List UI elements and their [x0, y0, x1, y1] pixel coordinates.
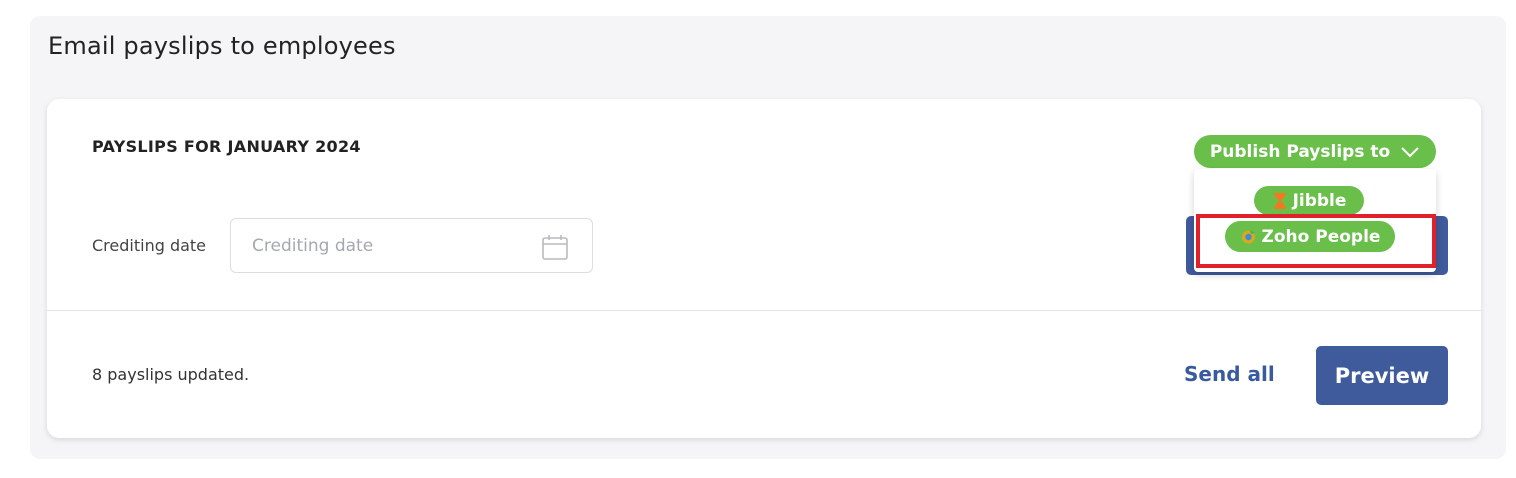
chevron-down-icon — [1401, 146, 1419, 157]
crediting-date-field[interactable] — [230, 218, 593, 273]
menu-item-zoho-people[interactable]: Zoho People — [1225, 221, 1395, 252]
menu-item-label: Jibble — [1292, 190, 1347, 211]
email-payslips-panel: Email payslips to employees PAYSLIPS FOR… — [30, 16, 1506, 459]
calendar-icon[interactable] — [541, 233, 569, 261]
crediting-date-input[interactable] — [252, 233, 522, 259]
crediting-date-label: Crediting date — [92, 236, 207, 255]
zoho-people-icon — [1241, 230, 1255, 244]
preview-button[interactable]: Preview — [1316, 346, 1448, 405]
publish-payslips-menu: Jibble Zoho People — [1194, 169, 1436, 272]
publish-payslips-label: Publish Payslips to — [1209, 141, 1391, 162]
payslips-heading: PAYSLIPS FOR JANUARY 2024 — [92, 137, 361, 156]
menu-item-jibble[interactable]: Jibble — [1254, 186, 1364, 215]
payslips-card: PAYSLIPS FOR JANUARY 2024 Crediting date… — [47, 99, 1481, 438]
menu-item-label: Zoho People — [1261, 226, 1381, 247]
section-title: Email payslips to employees — [48, 32, 396, 60]
hourglass-icon — [1273, 192, 1286, 209]
send-all-link[interactable]: Send all — [1184, 362, 1275, 386]
payslips-status-text: 8 payslips updated. — [92, 365, 250, 384]
divider — [47, 310, 1481, 311]
publish-payslips-dropdown-button[interactable]: Publish Payslips to — [1194, 135, 1436, 168]
